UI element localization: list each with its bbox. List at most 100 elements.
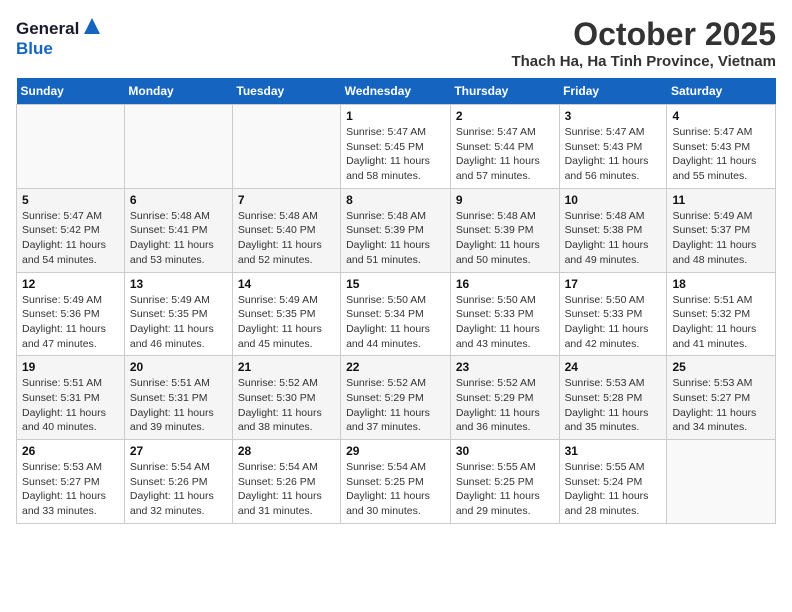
day-info: Sunrise: 5:47 AM Sunset: 5:44 PM Dayligh… xyxy=(456,125,554,184)
day-number: 16 xyxy=(456,277,554,291)
day-number: 18 xyxy=(672,277,770,291)
day-info: Sunrise: 5:50 AM Sunset: 5:33 PM Dayligh… xyxy=(565,293,662,352)
calendar-cell: 2 Sunrise: 5:47 AM Sunset: 5:44 PM Daylig… xyxy=(450,105,559,189)
calendar-cell: 14Sunrise: 5:49 AM Sunset: 5:35 PM Dayli… xyxy=(232,272,340,356)
day-info: Sunrise: 5:48 AM Sunset: 5:38 PM Dayligh… xyxy=(565,209,662,268)
day-info: Sunrise: 5:54 AM Sunset: 5:26 PM Dayligh… xyxy=(130,460,227,519)
month-title: October 2025 xyxy=(511,16,776,53)
calendar-cell: 11 Sunrise: 5:49 AM Sunset: 5:37 PM Dayli… xyxy=(667,188,776,272)
logo-icon xyxy=(82,16,102,41)
day-info: Sunrise: 5:49 AM Sunset: 5:35 PM Dayligh… xyxy=(238,293,335,352)
calendar-cell: 16Sunrise: 5:50 AM Sunset: 5:33 PM Dayli… xyxy=(450,272,559,356)
day-info: Sunrise: 5:48 AM Sunset: 5:39 PM Dayligh… xyxy=(346,209,445,268)
logo-blue-text: Blue xyxy=(16,39,53,59)
day-number: 12 xyxy=(22,277,119,291)
calendar-cell: 29Sunrise: 5:54 AM Sunset: 5:25 PM Dayli… xyxy=(341,440,451,524)
day-info: Sunrise: 5:55 AM Sunset: 5:25 PM Dayligh… xyxy=(456,460,554,519)
day-info: Sunrise: 5:51 AM Sunset: 5:31 PM Dayligh… xyxy=(130,376,227,435)
calendar-cell: 27 Sunrise: 5:54 AM Sunset: 5:26 PM Dayli… xyxy=(124,440,232,524)
day-number: 2 xyxy=(456,109,554,123)
day-number: 27 xyxy=(130,444,227,458)
day-number: 1 xyxy=(346,109,445,123)
calendar-week-5: 26Sunrise: 5:53 AM Sunset: 5:27 PM Dayli… xyxy=(17,440,776,524)
calendar-cell: 5Sunrise: 5:47 AM Sunset: 5:42 PM Daylig… xyxy=(17,188,125,272)
day-info: Sunrise: 5:48 AM Sunset: 5:40 PM Dayligh… xyxy=(238,209,335,268)
day-info: Sunrise: 5:53 AM Sunset: 5:27 PM Dayligh… xyxy=(672,376,770,435)
calendar-cell: 7 Sunrise: 5:48 AM Sunset: 5:40 PM Daylig… xyxy=(232,188,340,272)
day-info: Sunrise: 5:54 AM Sunset: 5:25 PM Dayligh… xyxy=(346,460,445,519)
day-number: 21 xyxy=(238,360,335,374)
calendar-cell: 25 Sunrise: 5:53 AM Sunset: 5:27 PM Dayli… xyxy=(667,356,776,440)
day-info: Sunrise: 5:55 AM Sunset: 5:24 PM Dayligh… xyxy=(565,460,662,519)
day-number: 8 xyxy=(346,193,445,207)
day-info: Sunrise: 5:47 AM Sunset: 5:45 PM Dayligh… xyxy=(346,125,445,184)
header-row: SundayMondayTuesdayWednesdayThursdayFrid… xyxy=(17,78,776,105)
day-info: Sunrise: 5:51 AM Sunset: 5:32 PM Dayligh… xyxy=(672,293,770,352)
col-header-tuesday: Tuesday xyxy=(232,78,340,105)
day-number: 9 xyxy=(456,193,554,207)
day-number: 6 xyxy=(130,193,227,207)
day-info: Sunrise: 5:49 AM Sunset: 5:37 PM Dayligh… xyxy=(672,209,770,268)
day-info: Sunrise: 5:47 AM Sunset: 5:42 PM Dayligh… xyxy=(22,209,119,268)
day-number: 22 xyxy=(346,360,445,374)
col-header-saturday: Saturday xyxy=(667,78,776,105)
calendar-cell: 8 Sunrise: 5:48 AM Sunset: 5:39 PM Daylig… xyxy=(341,188,451,272)
calendar-cell xyxy=(17,105,125,189)
calendar-cell: 6 Sunrise: 5:48 AM Sunset: 5:41 PM Daylig… xyxy=(124,188,232,272)
day-number: 25 xyxy=(672,360,770,374)
calendar-cell: 3 Sunrise: 5:47 AM Sunset: 5:43 PM Daylig… xyxy=(559,105,667,189)
calendar-cell: 15 Sunrise: 5:50 AM Sunset: 5:34 PM Dayli… xyxy=(341,272,451,356)
calendar-cell: 13Sunrise: 5:49 AM Sunset: 5:35 PM Dayli… xyxy=(124,272,232,356)
day-info: Sunrise: 5:47 AM Sunset: 5:43 PM Dayligh… xyxy=(672,125,770,184)
col-header-thursday: Thursday xyxy=(450,78,559,105)
day-info: Sunrise: 5:52 AM Sunset: 5:29 PM Dayligh… xyxy=(456,376,554,435)
day-info: Sunrise: 5:49 AM Sunset: 5:35 PM Dayligh… xyxy=(130,293,227,352)
title-block: October 2025 Thach Ha, Ha Tinh Province,… xyxy=(511,16,776,70)
calendar-cell: 1 Sunrise: 5:47 AM Sunset: 5:45 PM Daylig… xyxy=(341,105,451,189)
day-number: 11 xyxy=(672,193,770,207)
day-info: Sunrise: 5:47 AM Sunset: 5:43 PM Dayligh… xyxy=(565,125,662,184)
calendar-cell: 22Sunrise: 5:52 AM Sunset: 5:29 PM Dayli… xyxy=(341,356,451,440)
day-number: 3 xyxy=(565,109,662,123)
page-header: General Blue October 2025 Thach Ha, Ha T… xyxy=(16,16,776,70)
calendar-cell: 17 Sunrise: 5:50 AM Sunset: 5:33 PM Dayli… xyxy=(559,272,667,356)
calendar-cell: 10 Sunrise: 5:48 AM Sunset: 5:38 PM Dayli… xyxy=(559,188,667,272)
col-header-wednesday: Wednesday xyxy=(341,78,451,105)
calendar-cell: 31 Sunrise: 5:55 AM Sunset: 5:24 PM Dayli… xyxy=(559,440,667,524)
calendar-week-2: 5Sunrise: 5:47 AM Sunset: 5:42 PM Daylig… xyxy=(17,188,776,272)
calendar-cell: 30Sunrise: 5:55 AM Sunset: 5:25 PM Dayli… xyxy=(450,440,559,524)
calendar-cell xyxy=(667,440,776,524)
calendar-cell: 12Sunrise: 5:49 AM Sunset: 5:36 PM Dayli… xyxy=(17,272,125,356)
calendar-cell xyxy=(124,105,232,189)
day-number: 10 xyxy=(565,193,662,207)
day-info: Sunrise: 5:48 AM Sunset: 5:39 PM Dayligh… xyxy=(456,209,554,268)
calendar-cell: 19Sunrise: 5:51 AM Sunset: 5:31 PM Dayli… xyxy=(17,356,125,440)
calendar-cell: 23 Sunrise: 5:52 AM Sunset: 5:29 PM Dayli… xyxy=(450,356,559,440)
day-number: 4 xyxy=(672,109,770,123)
calendar-cell: 21 Sunrise: 5:52 AM Sunset: 5:30 PM Dayli… xyxy=(232,356,340,440)
col-header-monday: Monday xyxy=(124,78,232,105)
day-number: 23 xyxy=(456,360,554,374)
calendar-table: SundayMondayTuesdayWednesdayThursdayFrid… xyxy=(16,78,776,524)
day-info: Sunrise: 5:48 AM Sunset: 5:41 PM Dayligh… xyxy=(130,209,227,268)
calendar-cell: 18 Sunrise: 5:51 AM Sunset: 5:32 PM Dayli… xyxy=(667,272,776,356)
day-number: 17 xyxy=(565,277,662,291)
calendar-cell xyxy=(232,105,340,189)
calendar-cell: 4 Sunrise: 5:47 AM Sunset: 5:43 PM Daylig… xyxy=(667,105,776,189)
day-number: 19 xyxy=(22,360,119,374)
day-info: Sunrise: 5:54 AM Sunset: 5:26 PM Dayligh… xyxy=(238,460,335,519)
calendar-cell: 28Sunrise: 5:54 AM Sunset: 5:26 PM Dayli… xyxy=(232,440,340,524)
col-header-sunday: Sunday xyxy=(17,78,125,105)
day-number: 7 xyxy=(238,193,335,207)
day-info: Sunrise: 5:53 AM Sunset: 5:27 PM Dayligh… xyxy=(22,460,119,519)
calendar-cell: 20Sunrise: 5:51 AM Sunset: 5:31 PM Dayli… xyxy=(124,356,232,440)
calendar-week-1: 1 Sunrise: 5:47 AM Sunset: 5:45 PM Daylig… xyxy=(17,105,776,189)
calendar-week-3: 12Sunrise: 5:49 AM Sunset: 5:36 PM Dayli… xyxy=(17,272,776,356)
day-info: Sunrise: 5:50 AM Sunset: 5:34 PM Dayligh… xyxy=(346,293,445,352)
day-number: 15 xyxy=(346,277,445,291)
calendar-week-4: 19 Sunrise: 5:51 AM Sunset: 5:31 PM Dayli… xyxy=(17,356,776,440)
day-info: Sunrise: 5:52 AM Sunset: 5:30 PM Dayligh… xyxy=(238,376,335,435)
day-number: 31 xyxy=(565,444,662,458)
logo: General Blue xyxy=(16,16,102,59)
calendar-cell: 26Sunrise: 5:53 AM Sunset: 5:27 PM Dayli… xyxy=(17,440,125,524)
